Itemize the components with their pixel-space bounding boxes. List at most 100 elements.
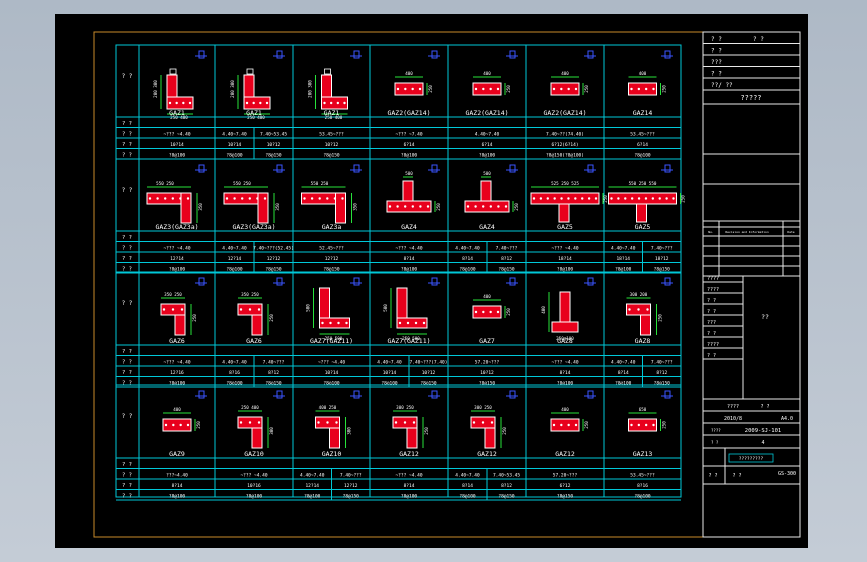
- detail-row-label: ? ?: [122, 121, 132, 127]
- column-name: GAZ3(GAZ3a): [155, 223, 198, 231]
- stirrups: ?8@150: [498, 494, 515, 500]
- stirrups: ?8@150: [323, 153, 340, 159]
- longitudinal-bars: 6?12(6?14): [551, 142, 578, 148]
- longitudinal-bars: 12?12: [325, 256, 339, 262]
- dimension-label: 400: [639, 71, 647, 76]
- dimension-label: 250: [662, 421, 667, 429]
- dimension-label: 250: [658, 314, 663, 322]
- dimension-label: 400: [405, 71, 413, 76]
- stirrups: ?8@150: [557, 494, 574, 500]
- date-label: ????: [727, 404, 739, 410]
- stirrups: ?8@150: [479, 381, 496, 387]
- column-name: GAZ2(GAZ14): [543, 109, 586, 117]
- column-section: 500 250: [386, 171, 441, 213]
- column-section: 250 400 300: [237, 405, 274, 449]
- signature-field: ? ?: [707, 309, 716, 315]
- column-name: GAZ5: [635, 223, 651, 231]
- signature-field: ????: [707, 287, 719, 293]
- footer-code: GS-300: [778, 471, 796, 477]
- signature-field: ???: [707, 320, 716, 326]
- dimension-label: 400: [483, 71, 491, 76]
- column-name: GAZ9: [169, 450, 185, 458]
- dimension-label: 400: [541, 306, 546, 314]
- axis-marker-icon: [584, 164, 596, 173]
- elevation-range: 57.20~???: [475, 360, 500, 366]
- column-name: GAZ4: [401, 223, 417, 231]
- elevation-range: 7.40~53.45: [493, 473, 520, 479]
- column-name: GAZ13: [633, 450, 653, 458]
- column-name: GAZ6: [169, 337, 185, 345]
- dimension-label: 300 200: [630, 292, 648, 297]
- titleblock-field: ? ?: [711, 48, 722, 55]
- longitudinal-bars: 8?12: [268, 370, 279, 376]
- dimension-label: 250: [506, 85, 511, 93]
- dimension-label: 350: [198, 203, 203, 211]
- elevation-range: ~??? ~4.40: [318, 360, 345, 366]
- stirrups: ?8@150: [654, 381, 671, 387]
- column-name: GAZ1: [169, 109, 185, 117]
- axis-marker-icon: [273, 50, 285, 59]
- detail-row-label: ? ?: [122, 483, 132, 489]
- axis-marker-icon: [428, 390, 440, 399]
- axis-marker-icon: [661, 50, 673, 59]
- axis-marker-icon: [195, 277, 207, 286]
- axis-marker-icon: [584, 50, 596, 59]
- cad-viewport[interactable]: ? ? ? ? ? ? ? ? ? ? 200 300 250 400 GAZ1 ~??? ~4…: [0, 0, 867, 562]
- axis-marker-icon: [350, 50, 362, 59]
- stirrups: ?8@100: [246, 494, 263, 500]
- drawing-sheet[interactable]: ? ? ? ? ? ? ? ? ? ? 200 300 250 400 GAZ1 ~??? ~4…: [55, 14, 808, 548]
- drawing-number: 2009-SJ-101: [745, 428, 781, 434]
- stirrups: ?8@100: [169, 494, 186, 500]
- axis-marker-icon: [195, 50, 207, 59]
- longitudinal-bars: 12?12: [267, 256, 281, 262]
- axis-marker-icon: [506, 164, 518, 173]
- dimension-label: 400: [561, 71, 569, 76]
- axis-marker-icon: [273, 390, 285, 399]
- stirrups: ?8@150: [265, 381, 282, 387]
- dimension-label: 250: [514, 203, 519, 211]
- stirrups: ?8@100: [226, 381, 243, 387]
- dimension-label: 400: [173, 407, 181, 412]
- stamp-text: ?????????: [739, 456, 764, 462]
- revision-col-info: Revision and Information: [725, 230, 769, 234]
- dimension-label: 550 250 550: [629, 181, 657, 186]
- elevation-range: ~??? ~4.40: [163, 132, 190, 138]
- longitudinal-bars: 10?14: [228, 142, 242, 148]
- detail-row-label: ? ?: [122, 381, 132, 387]
- longitudinal-bars: 6?14: [404, 142, 415, 148]
- elevation-range: 7.40~???: [263, 360, 285, 366]
- stirrups: ?8@100: [323, 381, 340, 387]
- longitudinal-bars: 8?14: [462, 483, 473, 489]
- dimension-label: 525 250 525: [551, 181, 579, 186]
- dimension-label: 350 250: [241, 292, 259, 297]
- column-section: 550 250 350: [223, 181, 280, 224]
- revision-col-date: Date: [787, 230, 794, 234]
- column-section: 400 250: [394, 71, 433, 96]
- elevation-range: ~??? ~4.40: [240, 473, 267, 479]
- sheet-label: ? ?: [711, 440, 719, 445]
- signature-field: ? ?: [707, 298, 716, 304]
- elevation-range: 4.40~7.40: [222, 246, 247, 252]
- column-section: 400 250: [162, 407, 201, 432]
- column-name: GAZ7(GAZ11): [310, 337, 353, 345]
- dimension-label: 500: [306, 304, 311, 312]
- detail-row-label: ? ?: [122, 153, 132, 159]
- elevation-range: 7.40~53.45: [260, 132, 287, 138]
- column-section: 400 250: [472, 294, 511, 319]
- dimension-label: 200 300: [153, 80, 158, 98]
- column-name: GAZ14: [633, 109, 653, 117]
- column-section: 300 250 250: [392, 405, 429, 449]
- elevation-range: ~??? ~7.40: [395, 132, 422, 138]
- column-section: 525 250 525 250: [530, 181, 608, 223]
- row-header-label: ? ?: [122, 413, 133, 420]
- elevation-range: 4.40~7.40: [377, 360, 402, 366]
- stirrups: ?8@150: [265, 153, 282, 159]
- dimension-label: 250 400: [241, 405, 259, 410]
- column-detail-drawing[interactable]: ? ? ? ? ? ? ? ? ? ? 200 300 250 400 GAZ1 ~??? ~4…: [55, 14, 808, 548]
- column-name: GAZ4: [479, 223, 495, 231]
- elevation-range: ~??? ~4.40: [163, 360, 190, 366]
- stirrups: ?8@150: [420, 381, 437, 387]
- elevation-range: 7.40~???(7.40): [410, 360, 448, 366]
- elevation-range: 4.40~7.40: [611, 246, 636, 252]
- dimension-label: 250: [192, 314, 197, 322]
